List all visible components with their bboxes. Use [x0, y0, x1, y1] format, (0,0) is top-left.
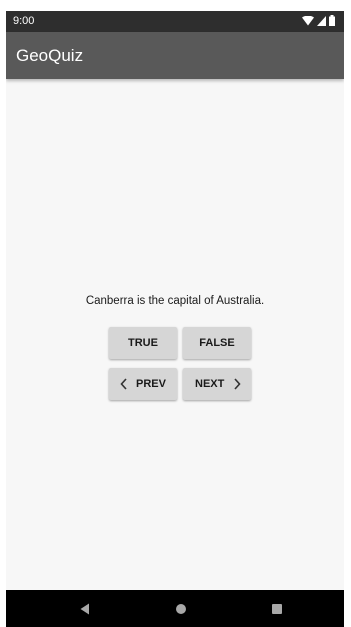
phone-screen: 9:00 GeoQuiz Canberra is the capital of … — [6, 11, 344, 627]
wifi-icon — [302, 13, 314, 31]
app-bar: GeoQuiz — [6, 32, 344, 79]
app-title: GeoQuiz — [16, 46, 84, 65]
question-text: Canberra is the capital of Australia. — [85, 295, 265, 307]
true-button-label: TRUE — [128, 337, 158, 349]
battery-icon — [329, 13, 335, 31]
false-button[interactable]: FALSE — [183, 327, 251, 359]
true-button[interactable]: TRUE — [109, 327, 177, 359]
next-button-label: NEXT — [195, 378, 225, 390]
cellular-signal-icon — [317, 13, 326, 31]
status-time: 9:00 — [13, 15, 35, 27]
chevron-right-icon — [232, 377, 242, 391]
next-button[interactable]: NEXT — [183, 368, 251, 400]
quiz-content: Canberra is the capital of Australia. TR… — [6, 79, 344, 590]
chevron-left-icon — [118, 377, 128, 391]
status-bar: 9:00 — [6, 11, 344, 32]
status-icons — [302, 14, 335, 27]
home-icon[interactable] — [174, 602, 188, 616]
prev-button-label: PREV — [136, 378, 166, 390]
false-button-label: FALSE — [199, 337, 235, 349]
prev-button[interactable]: PREV — [109, 368, 177, 400]
recents-icon[interactable] — [270, 602, 284, 616]
navigation-bar — [6, 590, 344, 627]
back-icon[interactable] — [78, 602, 92, 616]
